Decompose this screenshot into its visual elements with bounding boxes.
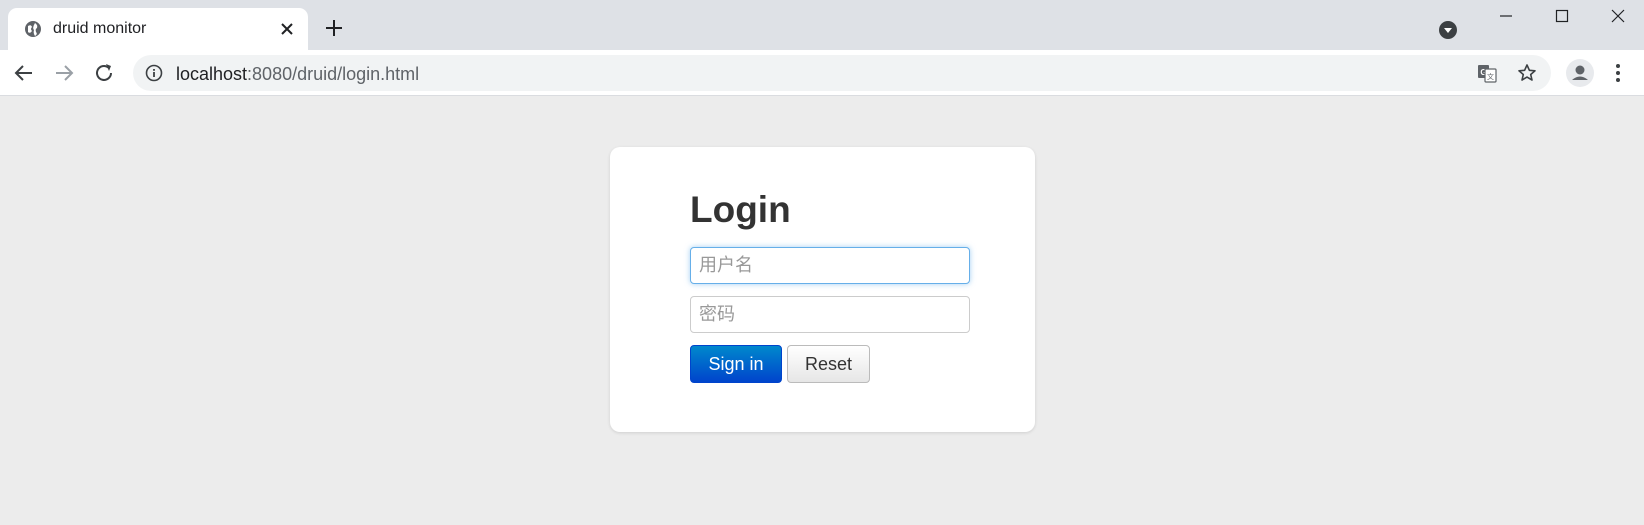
reload-icon[interactable] [92, 61, 116, 85]
address-bar[interactable]: localhost:8080/druid/login.html G 文 [133, 55, 1551, 91]
browser-toolbar: localhost:8080/druid/login.html G 文 [0, 50, 1644, 96]
plus-icon[interactable] [324, 18, 344, 38]
browser-tab[interactable]: druid monitor [8, 8, 308, 50]
svg-text:文: 文 [1487, 72, 1494, 81]
url-text[interactable]: localhost:8080/druid/login.html [176, 64, 419, 85]
forward-arrow-icon[interactable] [52, 61, 76, 85]
maximize-icon[interactable] [1550, 6, 1574, 26]
tab-search-icon[interactable] [1438, 20, 1458, 40]
info-icon[interactable] [145, 64, 163, 82]
globe-icon [25, 21, 41, 37]
sign-in-button[interactable]: Sign in [690, 345, 782, 383]
back-arrow-icon[interactable] [12, 61, 36, 85]
window-close-icon[interactable] [1606, 6, 1630, 26]
url-path: :8080/druid/login.html [247, 64, 420, 84]
reset-button[interactable]: Reset [787, 345, 870, 383]
profile-icon[interactable] [1566, 59, 1594, 87]
close-icon[interactable] [278, 20, 296, 38]
password-field[interactable] [690, 296, 970, 333]
kebab-menu-icon[interactable] [1608, 61, 1628, 85]
login-card: Login Sign in Reset [610, 147, 1035, 432]
tab-strip: druid monitor [0, 0, 1644, 50]
minimize-icon[interactable] [1494, 6, 1518, 26]
star-icon[interactable] [1517, 63, 1537, 83]
page-title: Login [690, 189, 791, 230]
username-field[interactable] [690, 247, 970, 284]
tab-title: druid monitor [53, 20, 147, 37]
translate-icon[interactable]: G 文 [1477, 63, 1497, 83]
url-host: localhost [176, 64, 248, 84]
